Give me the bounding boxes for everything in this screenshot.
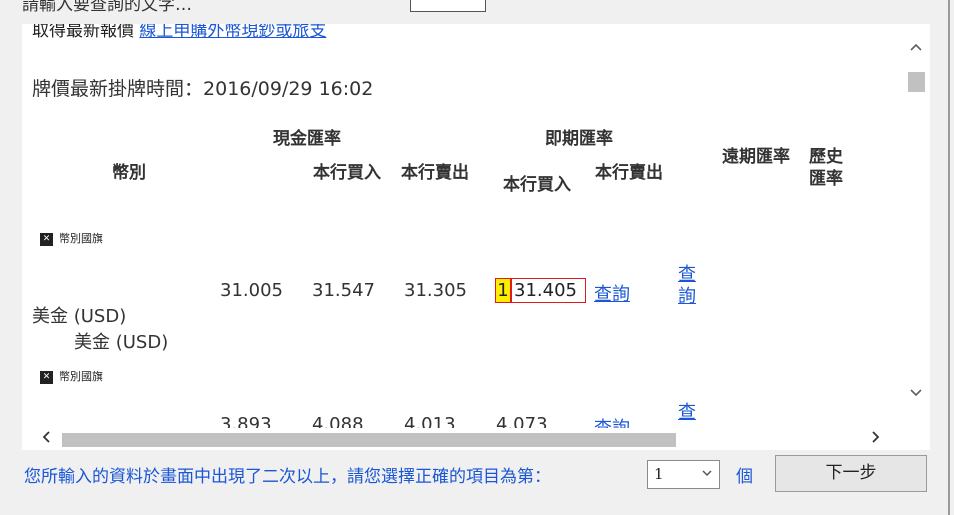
header-spot-buy: 本行買入	[503, 175, 571, 195]
top-input-box[interactable]	[410, 0, 486, 12]
header-spot-sell: 本行賣出	[595, 163, 663, 183]
usd-forward-link[interactable]: 查詢	[594, 280, 630, 306]
header-history: 歷史匯率	[809, 147, 843, 189]
vertical-scroll-thumb[interactable]	[908, 72, 925, 92]
horizontal-scroll-thumb[interactable]	[62, 433, 676, 447]
header-forward: 遠期匯率	[722, 147, 790, 167]
match-marker: 1	[495, 278, 511, 303]
flag-alt-text: 幣別國旗	[59, 370, 103, 383]
scrollbar-corner	[902, 428, 930, 450]
broken-image-icon: ✕	[40, 370, 53, 384]
latest-quote-line: 取得最新報價 線上申購外幣現鈔或旅支	[32, 24, 326, 41]
chevron-down-icon[interactable]	[906, 386, 926, 406]
page-content: 取得最新報價 線上申購外幣現鈔或旅支 牌價最新掛牌時間：2016/09/29 1…	[22, 24, 902, 428]
header-cash-rate: 現金匯率	[273, 129, 341, 149]
header-currency: 幣別	[112, 163, 146, 183]
chevron-up-icon[interactable]	[906, 40, 926, 60]
occurrence-unit: 個	[736, 467, 753, 487]
header-spot-rate: 即期匯率	[545, 129, 613, 149]
broken-image-icon: ✕	[40, 232, 53, 246]
occurrence-select-value: 1	[654, 465, 664, 483]
usd-currency-name: 美金 (USD)	[32, 306, 127, 327]
online-purchase-link[interactable]: 線上申購外幣現鈔或旅支	[139, 24, 326, 41]
row2-history-link[interactable]: 查	[678, 398, 696, 424]
usd-spot-sell: 31.405	[511, 278, 586, 303]
chevron-right-icon[interactable]	[866, 429, 886, 448]
window-edge	[948, 0, 950, 515]
row2-spot-buy: 4.013	[404, 414, 456, 428]
header-cash-buy: 本行買入	[313, 163, 381, 183]
row2-cash-sell: 4.088	[312, 414, 364, 428]
chevron-down-icon	[701, 467, 713, 481]
row2-spot-sell: 4.073	[496, 414, 548, 428]
usd-history-link[interactable]: 查詢	[678, 264, 698, 308]
web-viewport: 取得最新報價 線上申購外幣現鈔或旅支 牌價最新掛牌時間：2016/09/29 1…	[22, 24, 930, 450]
usd-spot-buy: 31.305	[404, 280, 467, 301]
flag-image-row1: ✕ 幣別國旗	[40, 230, 103, 246]
usd-currency-name-2: 美金 (USD)	[74, 332, 169, 353]
chevron-left-icon[interactable]	[36, 429, 56, 448]
usd-cash-buy: 31.005	[220, 280, 283, 301]
horizontal-scrollbar[interactable]	[22, 428, 902, 450]
row2-cash-buy: 3.893	[220, 414, 272, 428]
flag-image-row2: ✕ 幣別國旗	[40, 368, 103, 384]
latest-quote-label: 取得最新報價	[32, 24, 134, 41]
occurrence-select[interactable]: 1	[647, 460, 720, 489]
usd-cash-sell: 31.547	[312, 280, 375, 301]
top-strip: 請輸入要查詢的文字…	[0, 0, 954, 24]
top-cut-text: 請輸入要查詢的文字…	[22, 0, 192, 15]
header-cash-sell: 本行賣出	[401, 163, 469, 183]
duplicate-prompt: 您所輸入的資料於畫面中出現了二次以上，請您選擇正確的項目為第：	[24, 467, 551, 487]
row2-forward-link[interactable]: 查詢	[594, 414, 630, 428]
quote-time-label: 牌價最新掛牌時間：	[32, 78, 204, 100]
vertical-scrollbar[interactable]	[902, 24, 930, 428]
next-step-button[interactable]: 下一步	[775, 455, 927, 492]
quote-time-value: 2016/09/29 16:02	[203, 78, 374, 100]
quote-time: 牌價最新掛牌時間：2016/09/29 16:02	[32, 74, 373, 101]
flag-alt-text: 幣別國旗	[59, 232, 103, 245]
